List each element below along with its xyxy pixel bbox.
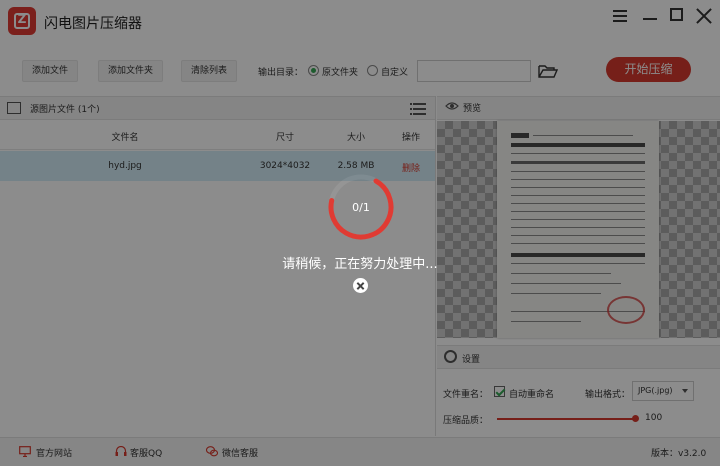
close-icon[interactable] [353, 278, 368, 293]
processing-message: 请稍候，正在努力处理中... [282, 257, 438, 272]
progress-text: 0/1 [352, 201, 370, 214]
